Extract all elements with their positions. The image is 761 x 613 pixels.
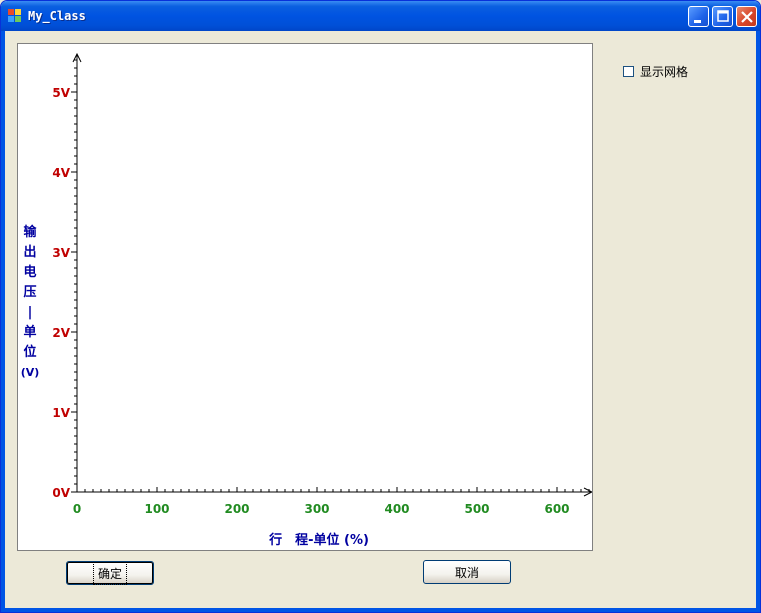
y-tick-label: 5V xyxy=(52,86,70,100)
x-tick-label: 0 xyxy=(73,502,81,516)
x-tick-label: 400 xyxy=(384,502,409,516)
minimize-icon xyxy=(694,20,701,23)
y-tick-label: 0V xyxy=(52,486,70,500)
window-frame-bottom xyxy=(1,608,760,612)
x-tick-label: 600 xyxy=(544,502,569,516)
y-axis-label-char: 出 xyxy=(23,244,36,260)
cancel-button[interactable]: 取消 xyxy=(423,560,511,584)
y-tick-label: 4V xyxy=(52,166,70,180)
y-axis-label-char: 压 xyxy=(23,285,36,300)
chart-area: 0 100 200 300 400 500 600 0V 1V 2V 3V 4V 5V 行 程-单位 (%… xyxy=(17,43,593,551)
cancel-button-label: 取消 xyxy=(454,565,479,580)
checkbox-box[interactable] xyxy=(623,66,634,77)
close-icon xyxy=(741,11,753,23)
ok-button-label: 确定 xyxy=(92,561,128,585)
close-button[interactable] xyxy=(736,6,757,27)
window-frame-left xyxy=(1,31,5,612)
show-grid-checkbox[interactable]: 显示网格 xyxy=(623,63,688,80)
x-axis-label: 行 程-单位 (%) xyxy=(268,532,369,548)
x-tick-label: 200 xyxy=(224,502,249,516)
y-axis-label-char: 单 xyxy=(23,324,36,340)
maximize-button[interactable] xyxy=(712,6,733,27)
y-axis-label-char: 电 xyxy=(23,264,36,280)
y-tick-label: 3V xyxy=(52,246,70,260)
y-axis-label-char: 输 xyxy=(23,224,37,240)
main-window: My_Class 0 100 200 300 400 500 600 0V 1V 2V 3V 4V 5V… xyxy=(0,0,761,613)
chart-svg: 0 100 200 300 400 500 600 0V 1V 2V 3V 4V 5V 行 程-单位 (%… xyxy=(21,52,592,548)
x-tick-label: 300 xyxy=(304,502,329,516)
maximize-icon xyxy=(717,10,729,22)
minimize-button[interactable] xyxy=(688,6,709,27)
y-tick-label: 2V xyxy=(52,326,70,340)
y-tick-label: 1V xyxy=(52,406,70,420)
show-grid-label: 显示网格 xyxy=(640,65,689,79)
x-tick-label: 500 xyxy=(464,502,489,516)
y-axis-label-char: | xyxy=(28,305,33,320)
y-axis-label-char: (V) xyxy=(21,366,40,379)
app-icon xyxy=(8,9,21,22)
y-axis-label: 输出电压 | 单位 (V) xyxy=(21,224,40,379)
y-axis-label-char: 位 xyxy=(23,344,36,360)
ok-button[interactable]: 确定 xyxy=(66,561,154,585)
title-bar[interactable]: My_Class xyxy=(1,1,760,31)
window-title: My_Class xyxy=(28,9,86,23)
window-frame-right xyxy=(756,31,760,612)
x-tick-label: 100 xyxy=(144,502,169,516)
